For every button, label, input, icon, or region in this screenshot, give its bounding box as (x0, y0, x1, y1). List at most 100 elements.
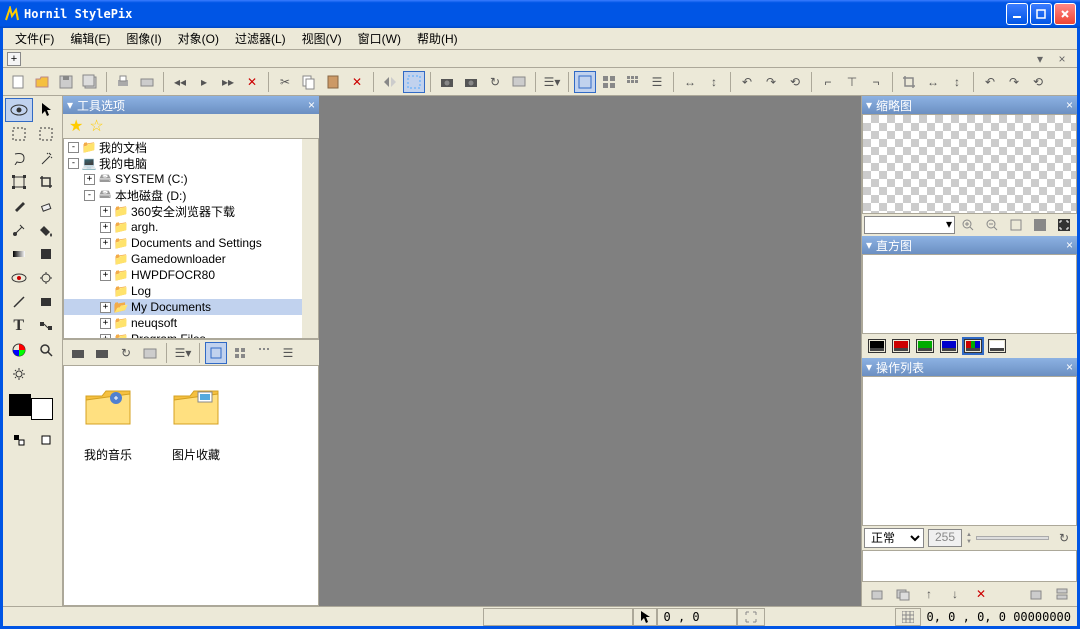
folder-tree[interactable]: -📁我的文档 -💻我的电脑 +🖴SYSTEM (C:) -🖴本地磁盘 (D:) … (63, 138, 319, 339)
panel-close-icon[interactable]: × (1066, 360, 1073, 374)
foreground-color[interactable] (9, 394, 31, 416)
first-button[interactable]: ◂◂ (169, 71, 191, 93)
expand-icon[interactable]: - (68, 142, 79, 153)
line-tool[interactable] (5, 290, 33, 314)
expand-v-button[interactable]: ↕ (703, 71, 725, 93)
view-grid-button[interactable] (598, 71, 620, 93)
thumbnail-header[interactable]: ▾缩略图× (862, 96, 1077, 114)
expand-icon[interactable]: + (84, 174, 95, 185)
open-file-button[interactable] (31, 71, 53, 93)
maximize-button[interactable] (1030, 3, 1052, 25)
close-button[interactable] (1054, 3, 1076, 25)
file-item-music[interactable]: 我的音乐 (84, 386, 132, 463)
menu-object[interactable]: 对象(O) (170, 28, 227, 49)
wand-tool[interactable] (33, 146, 61, 170)
new-file-button[interactable] (7, 71, 29, 93)
operations-list[interactable] (862, 376, 1077, 526)
align-tc-button[interactable]: ⊤ (841, 71, 863, 93)
panel-close-icon[interactable]: × (1066, 98, 1073, 112)
paste-button[interactable] (322, 71, 344, 93)
minimize-button[interactable] (1006, 3, 1028, 25)
fit-window-button[interactable] (1005, 214, 1027, 236)
refresh-button[interactable]: ↻ (484, 71, 506, 93)
channel-green[interactable] (916, 339, 934, 353)
b-screen-button[interactable] (139, 342, 161, 364)
layer-del-button[interactable]: ✕ (970, 583, 992, 605)
tab-close-button[interactable]: × (1053, 50, 1071, 68)
b-large-button[interactable] (205, 342, 227, 364)
channel-alpha[interactable] (988, 339, 1006, 353)
marquee-tool[interactable] (5, 122, 33, 146)
view-small-button[interactable] (622, 71, 644, 93)
menu-image[interactable]: 图像(I) (118, 28, 169, 49)
channel-red[interactable] (892, 339, 910, 353)
file-item-pics[interactable]: 图片收藏 (172, 386, 220, 463)
zoom-out-button[interactable] (981, 214, 1003, 236)
zoom-combo[interactable]: ▾ (864, 216, 955, 234)
zoom-in-button[interactable] (957, 214, 979, 236)
expand-icon[interactable]: + (100, 238, 111, 249)
panel-close-icon[interactable]: × (1066, 238, 1073, 252)
redeye-tool[interactable] (5, 266, 33, 290)
clone-tool[interactable] (5, 218, 33, 242)
menu-edit[interactable]: 编辑(E) (62, 28, 118, 49)
star-outline-icon[interactable]: ☆ (89, 116, 103, 136)
menu-filter[interactable]: 过滤器(L) (227, 28, 294, 49)
fill-tool[interactable] (33, 218, 61, 242)
thumbnail-area[interactable] (862, 114, 1077, 214)
eraser-tool[interactable] (33, 194, 61, 218)
scan-button[interactable] (136, 71, 158, 93)
rect-tool[interactable] (33, 290, 61, 314)
b-grid-button[interactable] (229, 342, 251, 364)
path-tool[interactable] (33, 314, 61, 338)
channel-blue[interactable] (940, 339, 958, 353)
menu-view[interactable]: 视图(V) (294, 28, 350, 49)
print-button[interactable] (112, 71, 134, 93)
channel-black[interactable] (868, 339, 886, 353)
actual-size-button[interactable] (1029, 214, 1051, 236)
channel-rgb[interactable] (964, 339, 982, 353)
gear-tool[interactable] (5, 362, 33, 386)
menu-window[interactable]: 窗口(W) (350, 28, 409, 49)
last-button[interactable]: ▸▸ (217, 71, 239, 93)
histogram-header[interactable]: ▾直方图× (862, 236, 1077, 254)
gradient-tool[interactable] (5, 242, 33, 266)
tab-overflow-button[interactable]: ▾ (1031, 50, 1049, 68)
delete-button[interactable]: ✕ (346, 71, 368, 93)
move-marquee-tool[interactable] (33, 122, 61, 146)
crop-tool[interactable] (33, 170, 61, 194)
layer-up-button[interactable]: ↑ (918, 583, 940, 605)
rotate-180-button[interactable]: ⟲ (784, 71, 806, 93)
selection-mode-button[interactable] (403, 71, 425, 93)
background-color[interactable] (31, 398, 53, 420)
text-tool[interactable]: T (5, 314, 33, 338)
opacity-up[interactable]: ▲ (966, 532, 972, 538)
zoom-tool[interactable] (33, 338, 61, 362)
layer-flatten-button[interactable] (1051, 583, 1073, 605)
expand-h-button[interactable]: ↔ (679, 71, 701, 93)
menu-help[interactable]: 帮助(H) (409, 28, 466, 49)
view-large-button[interactable] (574, 71, 596, 93)
align-tl-button[interactable]: ⌐ (817, 71, 839, 93)
b-cam2-button[interactable] (91, 342, 113, 364)
pointer-tool[interactable] (33, 98, 61, 122)
rotate-ccw-button[interactable]: ↶ (736, 71, 758, 93)
fullscreen-button[interactable] (1053, 214, 1075, 236)
save-button[interactable] (55, 71, 77, 93)
default-colors-button[interactable] (33, 428, 61, 452)
brush-tool[interactable] (5, 194, 33, 218)
b-cam1-button[interactable] (67, 342, 89, 364)
layer-merge-button[interactable] (1025, 583, 1047, 605)
screen-button[interactable] (508, 71, 530, 93)
layer-new-button[interactable] (866, 583, 888, 605)
canvas-area[interactable] (319, 96, 861, 606)
operations-header[interactable]: ▾操作列表× (862, 358, 1077, 376)
picker-tool[interactable] (5, 338, 33, 362)
resize-h-button[interactable]: ↔ (922, 71, 944, 93)
expand-icon[interactable]: + (100, 270, 111, 281)
eye-tool[interactable] (5, 98, 33, 122)
align-tr-button[interactable]: ¬ (865, 71, 887, 93)
skew-cw-button[interactable]: ↷ (1003, 71, 1025, 93)
crop-tool-button[interactable] (898, 71, 920, 93)
b-list-button[interactable]: ☰▾ (172, 342, 194, 364)
